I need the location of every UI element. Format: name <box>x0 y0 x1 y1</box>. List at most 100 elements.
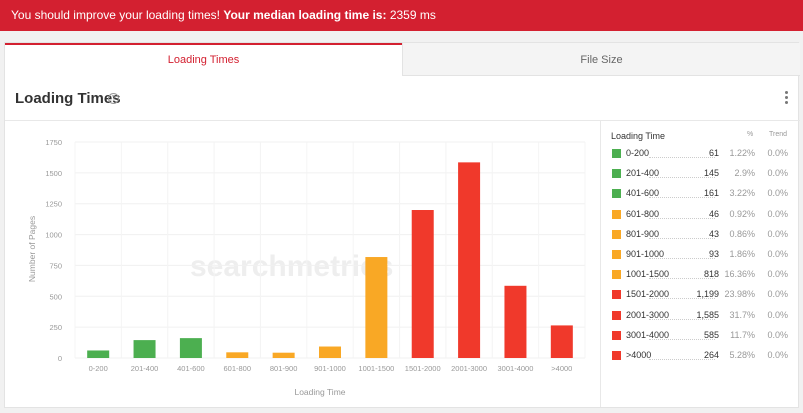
legend-row: 601-800 46 0.92% 0.0% <box>611 206 795 226</box>
tab-loading-times[interactable]: Loading Times <box>5 43 402 76</box>
alert-median-label: Your median loading time is: <box>223 8 387 22</box>
y-tick-label: 1000 <box>45 231 62 240</box>
legend-count: 818 <box>703 269 719 280</box>
legend-trend: 0.0% <box>767 168 788 179</box>
tab-file-size[interactable]: File Size <box>402 43 800 76</box>
legend-percent: 31.7% <box>729 309 755 320</box>
legend-count: 145 <box>703 168 719 179</box>
legend-header-trend: Trend <box>769 131 788 138</box>
bar-201-400 <box>133 340 156 358</box>
legend-swatch <box>612 229 621 239</box>
legend-trend: 0.0% <box>767 148 788 158</box>
x-tick-label: 1501-2000 <box>405 364 441 373</box>
legend-trend: 0.0% <box>767 269 788 280</box>
legend-header-pct: % <box>747 131 754 138</box>
y-tick-label: 0 <box>58 354 62 363</box>
question-circle-icon[interactable]: ? <box>108 93 119 104</box>
x-tick-label: 3001-4000 <box>498 364 534 373</box>
legend-percent: 1.86% <box>729 248 755 259</box>
watermark-text: searchmetrics <box>190 250 393 283</box>
y-tick-label: 750 <box>49 261 62 270</box>
y-axis-label: Number of Pages <box>27 216 37 282</box>
bar-chart-svg: searchmetrics 0 250 500 750 1000 1250 1500 1750 0… <box>27 138 586 397</box>
x-tick-label: 0-200 <box>89 364 108 373</box>
legend-label: 0-200 <box>626 148 650 158</box>
bar-601-800 <box>226 352 249 358</box>
legend-percent: 3.22% <box>729 188 755 199</box>
x-tick-label: >4000 <box>551 364 572 373</box>
legend-swatch <box>612 149 621 158</box>
bar-901-1000 <box>319 346 341 358</box>
legend-row: 1001-1500 818 16.36% 0.0% <box>611 266 795 286</box>
legend-swatch <box>612 330 621 340</box>
legend-trend: 0.0% <box>767 208 788 219</box>
legend-swatch <box>612 169 621 179</box>
legend-row: 201-400 145 2.9% 0.0% <box>611 165 795 185</box>
legend-percent: 23.98% <box>724 289 755 300</box>
tab-bar: Loading Times File Size <box>5 43 800 76</box>
legend-trend: 0.0% <box>767 309 788 320</box>
legend-count: 43 <box>708 228 719 239</box>
legend-dotted-leader <box>649 157 715 158</box>
bar-3001-4000 <box>504 285 527 358</box>
legend-count: 46 <box>708 208 719 219</box>
legend-trend: 0.0% <box>767 289 788 300</box>
kebab-menu-icon[interactable] <box>785 91 789 105</box>
legend-row: 3001-4000 585 11.7% 0.0% <box>611 327 795 347</box>
bar-0-200 <box>87 350 110 358</box>
legend-row: 0-200 61 1.22% 0.0% <box>611 145 795 165</box>
legend-percent: 5.28% <box>729 349 755 360</box>
legend-count: 1,585 <box>696 309 719 320</box>
legend-swatch <box>612 290 621 300</box>
legend-row: 401-600 161 3.22% 0.0% <box>611 185 795 205</box>
x-axis-label: Loading Time <box>294 387 345 397</box>
legend-row: 801-900 43 0.86% 0.0% <box>611 226 795 246</box>
bar-801-900 <box>272 352 295 358</box>
y-tick-label: 1250 <box>45 200 62 209</box>
legend-percent: 0.92% <box>729 208 755 219</box>
legend-swatch <box>612 189 621 199</box>
legend-trend: 0.0% <box>767 228 788 239</box>
legend-row: 1501-2000 1,199 23.98% 0.0% <box>611 286 795 306</box>
legend-trend: 0.0% <box>767 349 788 360</box>
y-tick-label: 1750 <box>45 138 62 147</box>
legend-percent: 11.7% <box>730 329 755 340</box>
x-tick-label: 601-800 <box>224 364 252 373</box>
bar-1001-1500 <box>365 257 388 358</box>
legend-row: >4000 264 5.28% 0.0% <box>611 347 795 367</box>
alert-median-value: 2359 ms <box>386 8 436 22</box>
legend-trend: 0.0% <box>767 188 788 199</box>
legend-count: 93 <box>708 248 719 259</box>
panel-title: Loading Times <box>15 90 121 107</box>
legend-dotted-leader <box>649 257 715 259</box>
legend-swatch <box>612 209 621 219</box>
legend-trend: 0.0% <box>767 329 788 340</box>
legend-count: 161 <box>703 188 719 199</box>
legend-count: 61 <box>708 148 719 158</box>
y-tick-label: 500 <box>49 292 62 301</box>
alert-text: You should improve your loading times! <box>11 8 224 22</box>
bar-401-600 <box>179 338 202 358</box>
vertical-divider <box>600 121 601 407</box>
x-tick-label: 2001-3000 <box>451 364 487 373</box>
legend-percent: 16.36% <box>724 269 755 280</box>
bar->4000 <box>550 325 573 358</box>
x-tick-label: 1001-1500 <box>358 364 394 373</box>
legend-header: Loading Time % Trend <box>611 131 795 145</box>
legend-percent: 2.9% <box>734 168 755 179</box>
x-tick-label: 901-1000 <box>314 364 346 373</box>
y-tick-label: 250 <box>49 323 62 332</box>
bar-1501-2000 <box>411 210 434 358</box>
legend-dotted-leader <box>649 237 715 239</box>
legend-count: 1,199 <box>696 289 719 300</box>
legend-label: >4000 <box>626 349 652 360</box>
legend-percent: 0.86% <box>729 228 755 239</box>
legend-swatch <box>612 350 621 360</box>
x-tick-label: 401-600 <box>177 364 205 373</box>
alert-banner: You should improve your loading times! Y… <box>0 0 803 31</box>
legend-percent: 1.22% <box>729 148 755 158</box>
legend-row: 2001-3000 1,585 31.7% 0.0% <box>611 307 795 327</box>
legend-rows: 0-200 61 1.22% 0.0% 201-400 145 2.9% 0.0% 401-60… <box>611 145 795 367</box>
legend-table: Loading Time % Trend 0-200 61 1.22% 0.0% 201… <box>611 131 795 367</box>
loading-times-chart: searchmetrics 0 250 500 750 1000 1250 1500 1750 0… <box>5 121 600 407</box>
